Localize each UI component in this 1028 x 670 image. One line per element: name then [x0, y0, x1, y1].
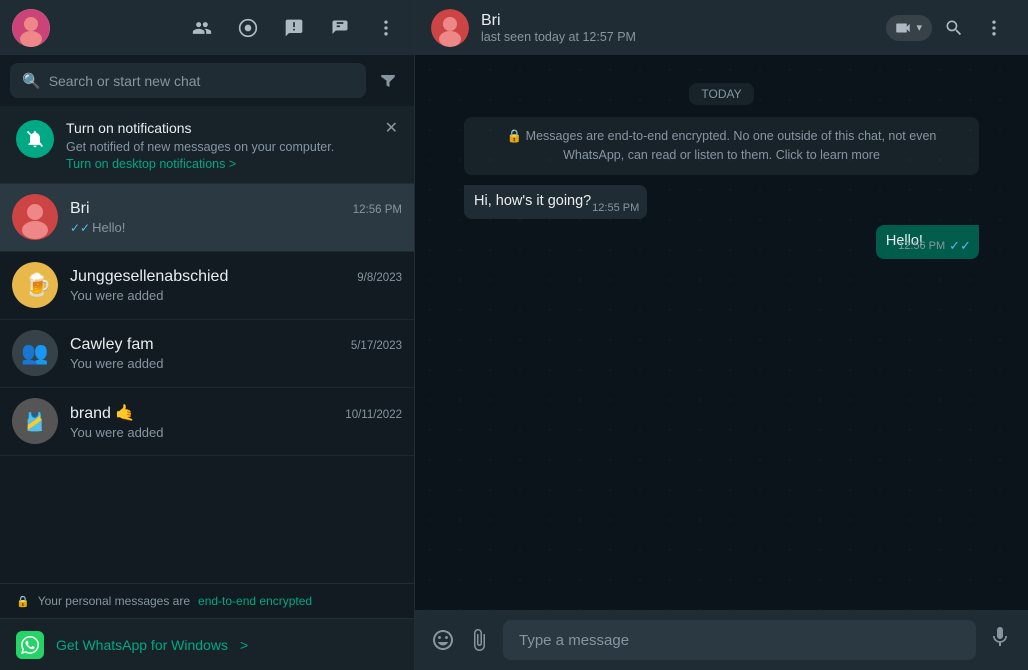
message-bubble-incoming-1: Hi, how's it going? 12:55 PM — [464, 185, 647, 219]
notification-banner: Turn on notifications Get notified of ne… — [0, 106, 414, 184]
search-bar: 🔍 — [0, 55, 414, 106]
svg-text:👥: 👥 — [21, 340, 48, 365]
encryption-notice[interactable]: 🔒 Messages are end-to-end encrypted. No … — [464, 117, 979, 175]
right-actions: ▾ — [886, 10, 1012, 46]
new-community-icon[interactable] — [186, 12, 218, 44]
message-time-2: 12:56 PM — [898, 240, 945, 252]
chat-time-junggesellenabschied: 9/8/2023 — [357, 272, 402, 284]
chat-item-junggesellenabschied[interactable]: 🍺 Junggesellenabschied 9/8/2023 You were… — [0, 252, 414, 320]
chat-name-junggesellenabschied: Junggesellenabschied — [70, 268, 228, 286]
chat-avatar-bri — [12, 194, 58, 240]
chat-info-junggesellenabschied: Junggesellenabschied 9/8/2023 You were a… — [70, 268, 402, 303]
left-footer: 🔒 Your personal messages are end-to-end … — [0, 583, 414, 618]
chat-preview-junggesellenabschied: You were added — [70, 288, 402, 303]
whatsapp-icon — [16, 631, 44, 659]
chat-list: Bri 12:56 PM ✓✓Hello! 🍺 Junggesellenabsc… — [0, 184, 414, 584]
chat-messages: TODAY 🔒 Messages are end-to-end encrypte… — [415, 55, 1028, 610]
more-options-button[interactable] — [976, 10, 1012, 46]
date-badge: TODAY — [464, 83, 979, 105]
chat-name-cawley-fam: Cawley fam — [70, 336, 154, 354]
message-bubble-outgoing-1: Hello! 12:56 PM ✓✓ — [876, 225, 979, 259]
message-time-1: 12:55 PM — [592, 202, 639, 214]
messages-area: Hi, how's it going? 12:55 PM Hello! 12:5… — [464, 185, 979, 262]
right-header: Bri last seen today at 12:57 PM ▾ — [415, 0, 1028, 55]
menu-icon[interactable] — [370, 12, 402, 44]
svg-text:🎽: 🎽 — [24, 411, 46, 432]
chat-preview-bri: ✓✓Hello! — [70, 220, 402, 235]
e2e-link[interactable]: end-to-end encrypted — [198, 594, 312, 608]
emoji-button[interactable] — [431, 628, 455, 652]
message-meta-1: 12:55 PM — [592, 202, 639, 214]
search-icon: 🔍 — [22, 72, 41, 90]
chat-avatar-brand: 🎽 — [12, 398, 58, 444]
attach-button[interactable] — [467, 628, 491, 652]
chat-avatar-junggesellenabschied: 🍺 — [12, 262, 58, 308]
search-input-wrap[interactable]: 🔍 — [10, 63, 366, 98]
chat-time-bri: 12:56 PM — [353, 204, 402, 216]
chat-preview-cawley-fam: You were added — [70, 356, 402, 371]
message-outgoing-1: Hello! 12:56 PM ✓✓ — [464, 225, 979, 259]
encryption-notice-text: 🔒 Messages are end-to-end encrypted. No … — [507, 129, 937, 162]
right-panel: Bri last seen today at 12:57 PM ▾ TODAY … — [415, 0, 1028, 670]
get-whatsapp-label[interactable]: Get WhatsApp for Windows — [56, 637, 228, 653]
video-chevron-icon: ▾ — [916, 21, 922, 34]
message-input-wrap[interactable] — [503, 620, 976, 660]
message-meta-2: 12:56 PM ✓✓ — [898, 238, 971, 254]
filter-button[interactable] — [372, 65, 404, 97]
chat-item-brand[interactable]: 🎽 brand 🤙 10/11/2022 You were added — [0, 388, 414, 456]
date-badge-text: TODAY — [689, 83, 753, 105]
notification-link[interactable]: Turn on desktop notifications > — [66, 157, 369, 171]
user-avatar[interactable] — [12, 9, 50, 47]
contact-info[interactable]: Bri last seen today at 12:57 PM — [481, 12, 874, 44]
chat-info-cawley-fam: Cawley fam 5/17/2023 You were added — [70, 336, 402, 371]
mic-button[interactable] — [988, 625, 1012, 655]
chat-item-cawley-fam[interactable]: 👥 Cawley fam 5/17/2023 You were added — [0, 320, 414, 388]
contact-name: Bri — [481, 12, 874, 30]
left-panel: 🔍 Turn on notifications Get notified of … — [0, 0, 415, 670]
chat-preview-brand: You were added — [70, 425, 402, 440]
chat-avatar-cawley-fam: 👥 — [12, 330, 58, 376]
video-call-button[interactable]: ▾ — [886, 15, 932, 41]
chat-name-bri: Bri — [70, 200, 90, 218]
chat-info-brand: brand 🤙 10/11/2022 You were added — [70, 403, 402, 440]
contact-avatar[interactable] — [431, 9, 469, 47]
lock-icon: 🔒 — [16, 595, 30, 608]
notification-title: Turn on notifications — [66, 120, 369, 136]
new-chat-icon[interactable] — [324, 12, 356, 44]
chat-info-bri: Bri 12:56 PM ✓✓Hello! — [70, 200, 402, 235]
search-button[interactable] — [936, 10, 972, 46]
chat-time-cawley-fam: 5/17/2023 — [351, 340, 402, 352]
notification-subtitle: Get notified of new messages on your com… — [66, 139, 369, 157]
message-input[interactable] — [519, 632, 960, 649]
chat-time-brand: 10/11/2022 — [345, 409, 402, 421]
get-whatsapp-bar[interactable]: Get WhatsApp for Windows > — [0, 618, 414, 670]
notification-text: Turn on notifications Get notified of ne… — [66, 120, 369, 171]
left-header — [0, 0, 414, 55]
search-input[interactable] — [49, 73, 354, 89]
svg-text:🍺: 🍺 — [24, 271, 51, 297]
input-bar — [415, 610, 1028, 670]
message-tick-2: ✓✓ — [949, 238, 971, 254]
channels-icon[interactable] — [278, 12, 310, 44]
get-whatsapp-arrow: > — [240, 637, 248, 653]
chat-item-bri[interactable]: Bri 12:56 PM ✓✓Hello! — [0, 184, 414, 252]
contact-status: last seen today at 12:57 PM — [481, 30, 874, 44]
tick-icon: ✓✓ — [70, 221, 90, 235]
status-icon[interactable] — [232, 12, 264, 44]
notification-close-button[interactable]: ✕ — [385, 118, 398, 138]
notification-icon — [16, 120, 54, 158]
chat-name-brand: brand 🤙 — [70, 403, 135, 423]
footer-text: Your personal messages are — [38, 594, 190, 608]
message-incoming-1: Hi, how's it going? 12:55 PM — [464, 185, 979, 219]
